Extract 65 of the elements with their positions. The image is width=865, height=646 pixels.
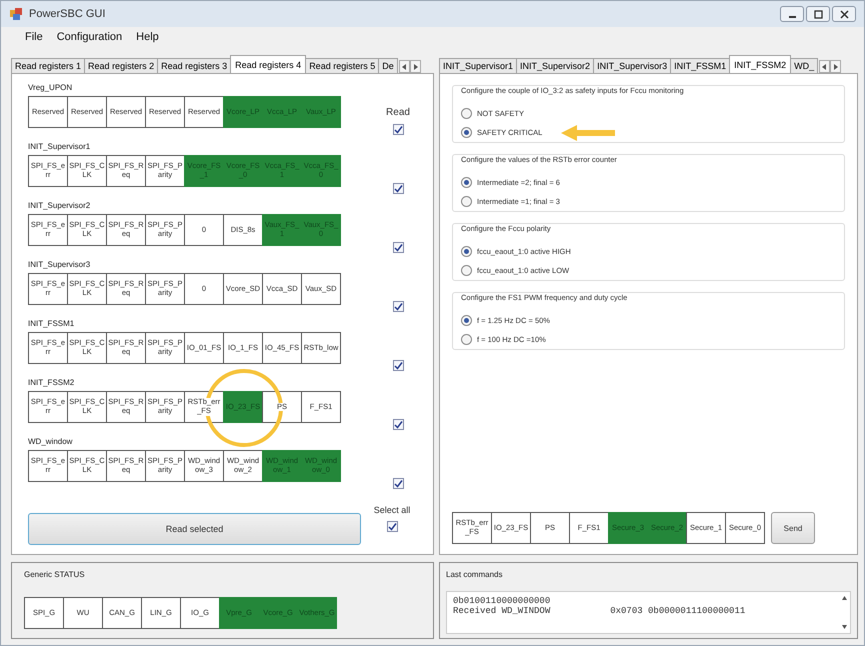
radio-button[interactable] bbox=[461, 246, 472, 257]
tab[interactable]: Read registers 2 bbox=[84, 58, 158, 73]
app-icon bbox=[9, 7, 23, 21]
log-text: 0b0100110000000000 bbox=[453, 596, 550, 606]
minimize-icon bbox=[788, 16, 796, 18]
log-text: 0x0703 0b0000011100000011 bbox=[610, 606, 746, 616]
read-selected-button[interactable]: Read selected bbox=[28, 513, 361, 545]
radio-button[interactable] bbox=[461, 177, 472, 188]
checkbox[interactable] bbox=[392, 478, 404, 489]
radio-button[interactable] bbox=[461, 196, 472, 207]
left-arrow-icon bbox=[402, 64, 407, 70]
tab[interactable]: INIT_Supervisor3 bbox=[593, 58, 672, 73]
close-button[interactable] bbox=[832, 6, 856, 22]
tab[interactable]: Read registers 4 bbox=[230, 55, 306, 73]
down-arrow-icon[interactable] bbox=[842, 625, 846, 629]
menu-item[interactable]: Configuration bbox=[56, 31, 122, 43]
tab[interactable]: INIT_FSSM2 bbox=[729, 55, 792, 73]
tab[interactable]: Read registers 5 bbox=[305, 58, 380, 73]
tab[interactable]: INIT_FSSM1 bbox=[670, 58, 730, 73]
send-button[interactable]: Send bbox=[771, 512, 815, 544]
scroll-left-button[interactable] bbox=[398, 60, 410, 73]
radio-button[interactable] bbox=[461, 334, 472, 345]
right-arrow-icon bbox=[412, 64, 418, 70]
tab[interactable]: Read registers 3 bbox=[157, 58, 232, 73]
window-title: PowerSBC GUI bbox=[29, 8, 106, 20]
close-icon bbox=[840, 10, 848, 18]
checkbox[interactable] bbox=[392, 360, 404, 371]
checkbox[interactable] bbox=[392, 301, 404, 312]
register-title: INIT_Supervisor3 bbox=[28, 260, 92, 269]
radio-button[interactable] bbox=[461, 127, 472, 138]
checkbox[interactable] bbox=[392, 419, 404, 430]
scroll-right-button[interactable] bbox=[830, 60, 842, 73]
radio-button[interactable] bbox=[461, 265, 472, 276]
left-arrow-icon bbox=[822, 64, 828, 70]
checkbox-label: Select all bbox=[374, 505, 410, 515]
radio-button[interactable] bbox=[461, 108, 472, 119]
scroll-right-button[interactable] bbox=[410, 60, 421, 73]
radio-button[interactable] bbox=[461, 315, 472, 326]
panel-title: Last commands bbox=[446, 570, 504, 579]
checkbox[interactable] bbox=[392, 183, 404, 194]
checkbox[interactable] bbox=[386, 521, 398, 532]
tab[interactable]: De bbox=[378, 58, 398, 73]
tab[interactable]: WD_ bbox=[790, 58, 818, 73]
checkbox[interactable] bbox=[392, 124, 404, 135]
maximize-button[interactable] bbox=[806, 6, 830, 22]
register-title: INIT_FSSM1 bbox=[28, 319, 76, 328]
scroll-left-button[interactable] bbox=[819, 60, 830, 73]
log-text: Received WD_WINDOW bbox=[453, 606, 550, 616]
right-arrow-icon bbox=[833, 64, 838, 70]
register-title: Vreg_UPON bbox=[28, 83, 74, 92]
register-title: INIT_FSSM2 bbox=[28, 378, 76, 387]
column-header: Read bbox=[386, 107, 410, 118]
menu-item[interactable]: Help bbox=[136, 31, 159, 43]
minimize-button[interactable] bbox=[780, 6, 804, 22]
register-title: INIT_Supervisor1 bbox=[28, 142, 92, 151]
maximize-icon bbox=[814, 10, 822, 18]
register-title: WD_window bbox=[28, 437, 74, 446]
tab[interactable]: INIT_Supervisor2 bbox=[516, 58, 594, 73]
menu-item[interactable]: File bbox=[25, 31, 43, 43]
up-arrow-icon[interactable] bbox=[842, 596, 846, 600]
tab[interactable]: Read registers 1 bbox=[11, 58, 86, 73]
tab[interactable]: INIT_Supervisor1 bbox=[439, 58, 518, 73]
register-title: INIT_Supervisor2 bbox=[28, 201, 92, 210]
checkbox[interactable] bbox=[392, 242, 404, 253]
panel-title: Generic STATUS bbox=[24, 570, 86, 579]
